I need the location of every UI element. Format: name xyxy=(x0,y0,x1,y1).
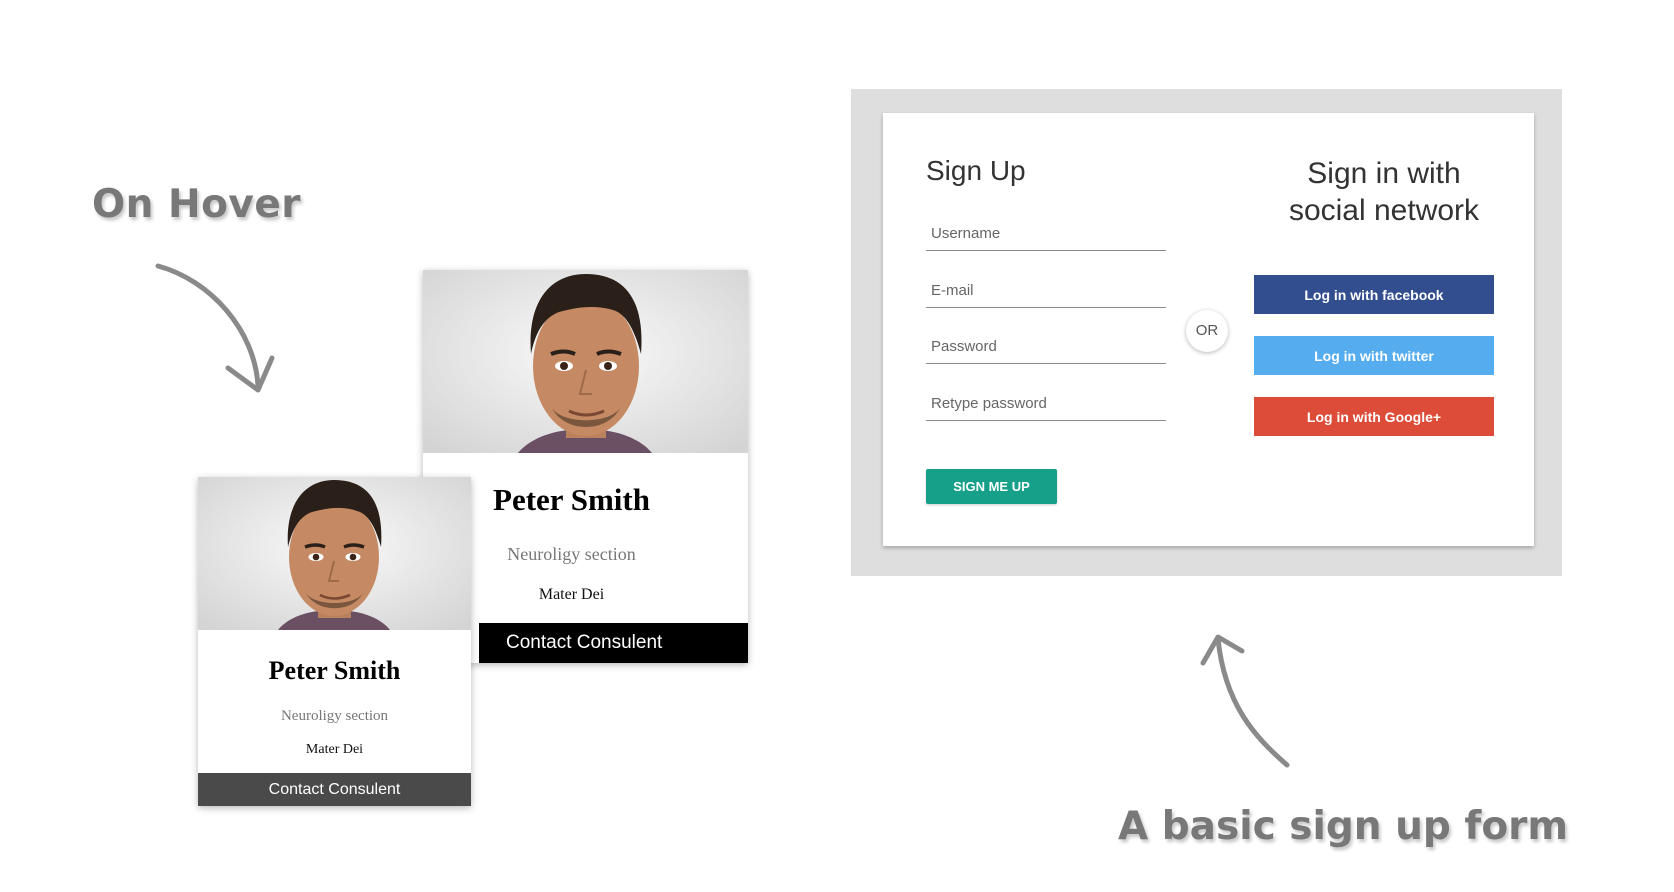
or-divider: OR xyxy=(1186,310,1228,352)
twitter-login-button[interactable]: Log in with twitter xyxy=(1254,336,1494,375)
email-field[interactable] xyxy=(926,274,1166,308)
contact-consultant-button[interactable]: Contact Consulent xyxy=(198,773,471,806)
person-name: Peter Smith xyxy=(268,656,401,685)
curved-arrow-up-icon xyxy=(1200,634,1290,768)
on-hover-caption: On Hover xyxy=(92,182,302,227)
profile-photo xyxy=(423,270,748,453)
facebook-login-button[interactable]: Log in with facebook xyxy=(1254,275,1494,314)
google-login-button[interactable]: Log in with Google+ xyxy=(1254,397,1494,436)
social-title: Sign in with social network xyxy=(1288,157,1480,227)
person-department: Neuroligy section xyxy=(280,708,389,724)
profile-card[interactable]: Peter Smith Neuroligy section Mater Dei … xyxy=(198,477,471,806)
signup-form: Sign Up SIGN ME UP OR Sign in with socia… xyxy=(883,113,1534,546)
person-organization: Mater Dei xyxy=(305,742,364,757)
curved-arrow-down-icon xyxy=(155,263,275,393)
sign-me-up-button[interactable]: SIGN ME UP xyxy=(926,469,1057,504)
retype-password-field[interactable] xyxy=(926,387,1166,421)
profile-card-hover[interactable]: Peter Smith Neuroligy section Mater Dei … xyxy=(423,270,748,663)
username-field[interactable] xyxy=(926,217,1166,251)
contact-consultant-button[interactable]: Contact Consulent xyxy=(479,623,748,663)
profile-photo xyxy=(198,477,471,630)
signup-form-caption: A basic sign up form xyxy=(1118,804,1569,849)
password-field[interactable] xyxy=(926,330,1166,364)
signup-title: Sign Up xyxy=(926,155,1026,186)
